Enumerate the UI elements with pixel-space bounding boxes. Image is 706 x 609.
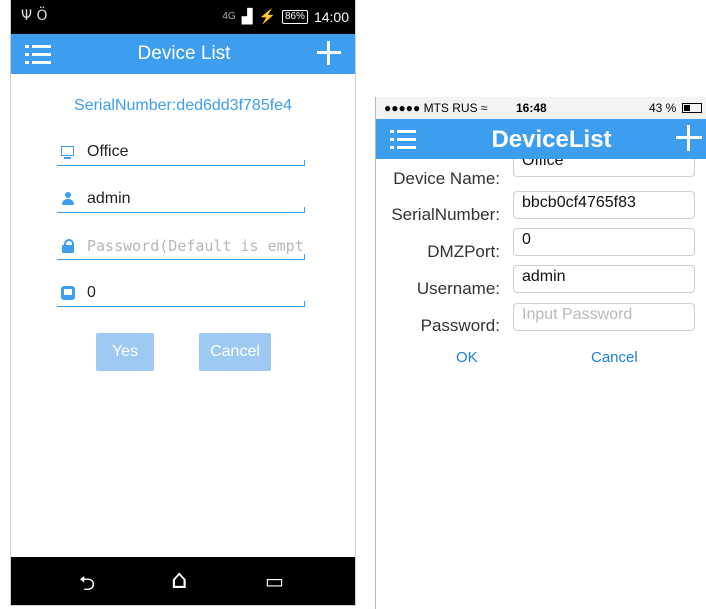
recent-apps-icon[interactable]: ▭	[265, 569, 284, 593]
signal-icon: ▟	[241, 8, 253, 24]
password-field[interactable]: Password(Default is empty)	[57, 235, 305, 260]
charging-icon: ⚡	[258, 8, 276, 24]
android-status-bar: Ψ Ӧ 4G ▟ ⚡ 86% 14:00	[11, 0, 355, 34]
monitor-icon	[61, 146, 74, 159]
serial-number-label: SerialNumber:	[391, 205, 500, 224]
user-icon	[61, 192, 75, 206]
lock-icon	[61, 239, 75, 253]
status-left-icons: Ψ Ӧ	[21, 8, 48, 24]
ios-title-bar-overlay: DeviceList	[376, 119, 706, 159]
android-title-bar: Device List	[11, 34, 355, 74]
status-time: 14:00	[313, 8, 349, 25]
device-name-label: Device Name:	[393, 169, 500, 188]
battery-percent: 43 %	[649, 101, 677, 115]
network-indicator: 4G	[222, 11, 236, 22]
page-title: Device List	[137, 43, 231, 64]
dmz-port-label: DMZPort:	[427, 242, 500, 261]
status-right: 4G ▟ ⚡ 86% 14:00	[222, 8, 349, 25]
serial-number-label: SerialNumber:ded6dd3f785fe4	[74, 97, 292, 114]
status-time: 16:48	[516, 101, 547, 115]
username-input[interactable]: admin	[513, 265, 695, 293]
ios-status-bar: ●●●●● MTS RUS ≈ 16:48 43 %	[376, 97, 706, 119]
password-input[interactable]: Input Password	[513, 303, 695, 331]
battery-icon	[682, 103, 702, 113]
ok-button[interactable]: OK	[456, 349, 478, 366]
battery-level: 86%	[281, 9, 308, 24]
password-placeholder: Password(Default is empty)	[87, 237, 303, 255]
port-field[interactable]: 0	[57, 282, 305, 307]
username-value: admin	[87, 190, 131, 207]
ios-screen: ●●●●● MTS RUS ≈ 16:48 43 % DeviceList Of…	[375, 97, 706, 609]
page-title-overlay: DeviceList	[491, 126, 612, 153]
cancel-button[interactable]: Cancel	[199, 333, 271, 371]
carrier-label: ●●●●● MTS RUS ≈	[384, 101, 488, 115]
device-name-value: Office	[87, 143, 129, 160]
password-label: Password:	[420, 316, 500, 335]
back-icon[interactable]: ⮌	[79, 569, 95, 603]
cancel-button[interactable]: Cancel	[591, 349, 638, 366]
android-screen: Ψ Ӧ 4G ▟ ⚡ 86% 14:00 Device List SerialN…	[10, 0, 356, 606]
yes-button[interactable]: Yes	[96, 333, 154, 371]
username-field[interactable]: admin	[57, 188, 305, 213]
android-nav-bar: ⮌ ⌂ ▭	[11, 557, 355, 605]
add-device-icon[interactable]	[315, 39, 343, 67]
username-label: Username:	[416, 279, 500, 298]
device-name-field[interactable]: Office	[57, 141, 305, 166]
port-value: 0	[87, 284, 96, 301]
dmz-port-input[interactable]: 0	[513, 228, 695, 256]
serial-number-input[interactable]: bbcb0cf4765f83	[513, 191, 695, 219]
add-device-icon-overlay[interactable]	[675, 124, 703, 152]
home-icon[interactable]: ⌂	[171, 565, 188, 595]
port-icon	[61, 286, 75, 300]
